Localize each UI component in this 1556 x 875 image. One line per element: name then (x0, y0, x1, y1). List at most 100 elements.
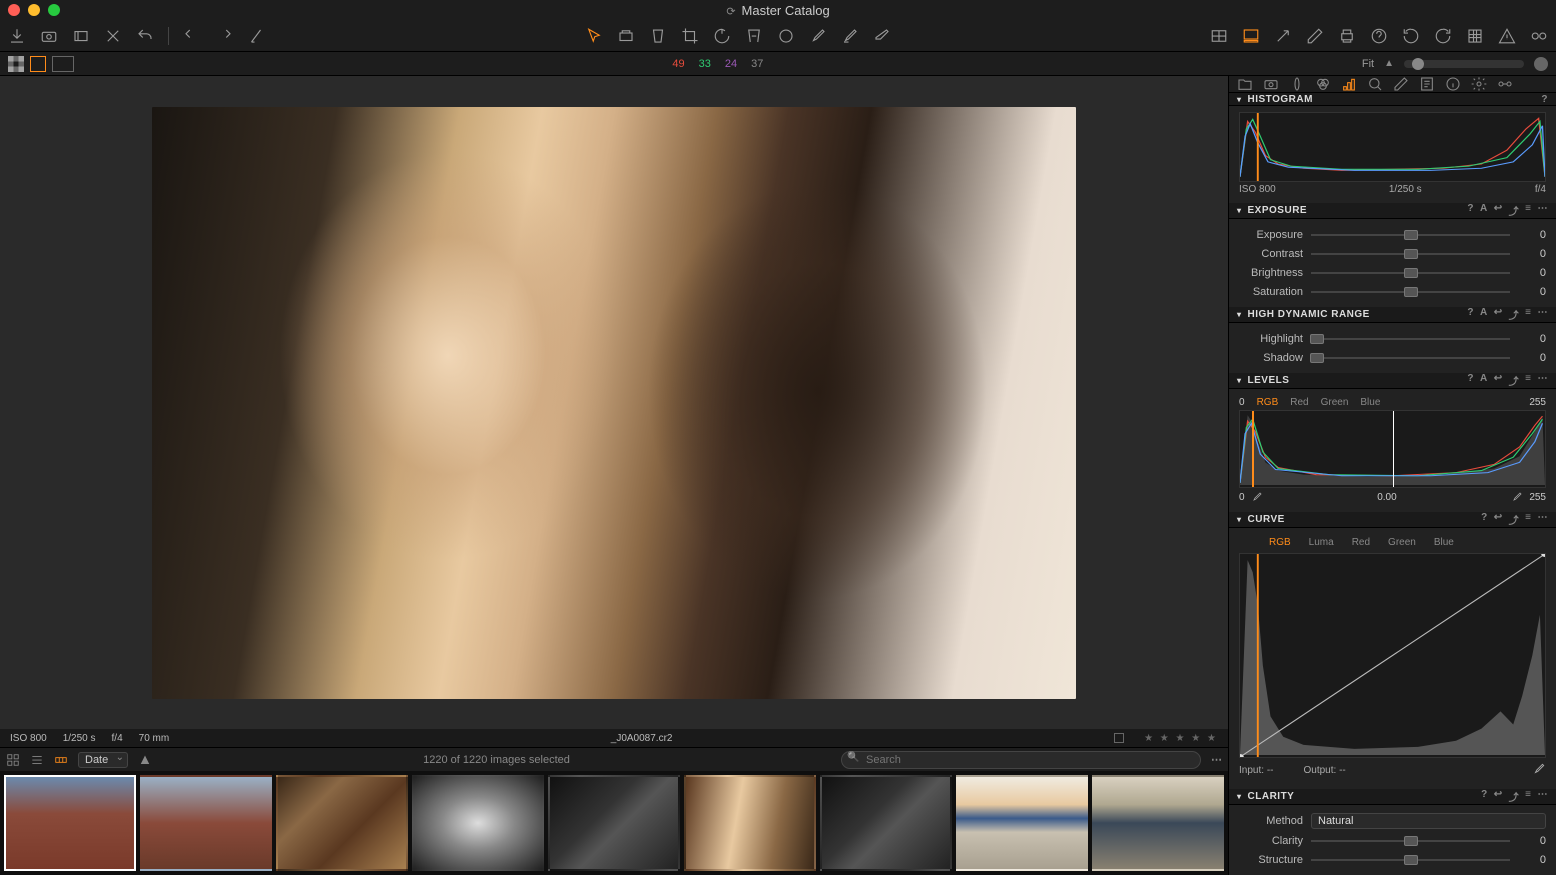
hdr-header[interactable]: ▾HIGH DYNAMIC RANGE ?A↩⤴≡⋯ (1229, 307, 1556, 323)
zoom-slider[interactable] (1404, 60, 1524, 68)
help-icon[interactable] (1370, 27, 1388, 45)
window-close-button[interactable] (8, 4, 20, 16)
multi-view-icon[interactable] (8, 56, 24, 72)
grid-view-icon[interactable] (1210, 27, 1228, 45)
cursor-tool-icon[interactable] (585, 27, 603, 45)
histogram-header[interactable]: ▾HISTOGRAM ? (1229, 93, 1556, 106)
tab-capture-icon[interactable] (1263, 76, 1279, 92)
window-minimize-button[interactable] (28, 4, 40, 16)
tab-adjust-icon[interactable] (1393, 76, 1409, 92)
tab-batch-icon[interactable] (1497, 76, 1513, 92)
clarity-slider[interactable] (1311, 859, 1510, 861)
redo-icon[interactable] (215, 27, 233, 45)
tab-lens-icon[interactable] (1289, 76, 1305, 92)
thumbnail[interactable] (956, 775, 1088, 871)
annotate-icon[interactable] (247, 27, 265, 45)
tab-meta-icon[interactable] (1419, 76, 1435, 92)
hdr-slider[interactable] (1311, 338, 1510, 340)
erase-tool-icon[interactable] (873, 27, 891, 45)
fullscreen-icon[interactable] (1274, 27, 1292, 45)
undo2-icon[interactable] (183, 27, 201, 45)
exposure-slider[interactable] (1311, 234, 1510, 236)
tab-color-icon[interactable] (1315, 76, 1331, 92)
search-input[interactable] (841, 751, 1201, 769)
clarity-method-dropdown[interactable]: Natural (1311, 813, 1546, 829)
levels-mid[interactable]: 0.00 (1377, 492, 1396, 503)
exposure-slider[interactable] (1311, 272, 1510, 274)
crop-tool-icon[interactable] (681, 27, 699, 45)
gradient-tool-icon[interactable] (841, 27, 859, 45)
histogram-chart[interactable] (1239, 112, 1546, 182)
eyedropper-icon[interactable] (1511, 491, 1523, 503)
help-icon[interactable]: ? (1541, 94, 1548, 105)
curve-tab-green[interactable]: Green (1388, 537, 1416, 548)
curve-editor[interactable] (1239, 553, 1546, 758)
clarity-slider[interactable] (1311, 840, 1510, 842)
browser-view-icon[interactable] (1242, 27, 1260, 45)
fit-label[interactable]: Fit (1362, 58, 1374, 70)
browser-grid-icon[interactable] (6, 753, 20, 767)
reject-icon[interactable] (104, 27, 122, 45)
curve-picker-icon[interactable] (1532, 762, 1546, 779)
zoom-person-icon[interactable]: ▲ (1384, 58, 1394, 69)
thumbnail[interactable] (820, 775, 952, 871)
window-maximize-button[interactable] (48, 4, 60, 16)
thumbnail[interactable] (140, 775, 272, 871)
clarity-header[interactable]: ▾CLARITY ?↩⤴≡⋯ (1229, 789, 1556, 805)
reset-left-icon[interactable] (1402, 27, 1420, 45)
single-view-icon[interactable] (30, 56, 46, 72)
curve-tab-red[interactable]: Red (1352, 537, 1370, 548)
star-rating[interactable]: ★ ★ ★ ★ ★ (1144, 733, 1218, 744)
loupe-tool-icon[interactable] (649, 27, 667, 45)
link-icon[interactable] (1530, 27, 1548, 45)
levels-channel-rgb[interactable]: RGB (1257, 397, 1279, 408)
tab-exposure-icon[interactable] (1341, 76, 1357, 92)
levels-white[interactable]: 255 (1529, 492, 1546, 503)
exposure-header[interactable]: ▾EXPOSURE ?A↩⤴≡⋯ (1229, 203, 1556, 219)
thumbnail[interactable] (4, 775, 136, 871)
levels-channel-green[interactable]: Green (1321, 397, 1349, 408)
levels-channel-blue[interactable]: Blue (1360, 397, 1380, 408)
sort-asc-icon[interactable] (138, 753, 152, 767)
reset-right-icon[interactable] (1434, 27, 1452, 45)
browser-list-icon[interactable] (30, 753, 44, 767)
filmstrip[interactable] (0, 771, 1228, 875)
spot-tool-icon[interactable] (777, 27, 795, 45)
exposure-slider[interactable] (1311, 291, 1510, 293)
levels-black[interactable]: 0 (1239, 492, 1245, 503)
color-tag[interactable] (1114, 733, 1124, 743)
exposure-slider[interactable] (1311, 253, 1510, 255)
curve-tab-rgb[interactable]: RGB (1269, 537, 1291, 548)
warning-icon[interactable] (1498, 27, 1516, 45)
export-icon[interactable] (72, 27, 90, 45)
levels-histogram[interactable] (1239, 410, 1546, 488)
browser-more-icon[interactable]: ⋯ (1211, 753, 1222, 766)
tab-library-icon[interactable] (1237, 76, 1253, 92)
edit-icon[interactable] (1306, 27, 1324, 45)
curve-header[interactable]: ▾CURVE ?↩⤴≡⋯ (1229, 512, 1556, 528)
eyedropper-icon[interactable] (1251, 491, 1263, 503)
main-image[interactable] (152, 107, 1076, 699)
levels-header[interactable]: ▾LEVELS ?A↩⤴≡⋯ (1229, 373, 1556, 389)
undo-icon[interactable] (136, 27, 154, 45)
tab-settings-icon[interactable] (1471, 76, 1487, 92)
browser-filmstrip-icon[interactable] (54, 753, 68, 767)
thumbnail[interactable] (1092, 775, 1224, 871)
viewer-stage[interactable] (0, 76, 1228, 729)
gridlines-icon[interactable] (1466, 27, 1484, 45)
print-icon[interactable] (1338, 27, 1356, 45)
capture-icon[interactable] (40, 27, 58, 45)
hdr-slider[interactable] (1311, 357, 1510, 359)
tab-details-icon[interactable] (1367, 76, 1383, 92)
thumbnail[interactable] (684, 775, 816, 871)
thumbnail[interactable] (276, 775, 408, 871)
thumbnail[interactable] (412, 775, 544, 871)
curve-tab-blue[interactable]: Blue (1434, 537, 1454, 548)
thumbnail[interactable] (548, 775, 680, 871)
curve-tab-luma[interactable]: Luma (1309, 537, 1334, 548)
keystone-tool-icon[interactable] (745, 27, 763, 45)
user-icon[interactable] (1534, 57, 1548, 71)
hand-tool-icon[interactable] (617, 27, 635, 45)
tab-info-icon[interactable] (1445, 76, 1461, 92)
import-icon[interactable] (8, 27, 26, 45)
